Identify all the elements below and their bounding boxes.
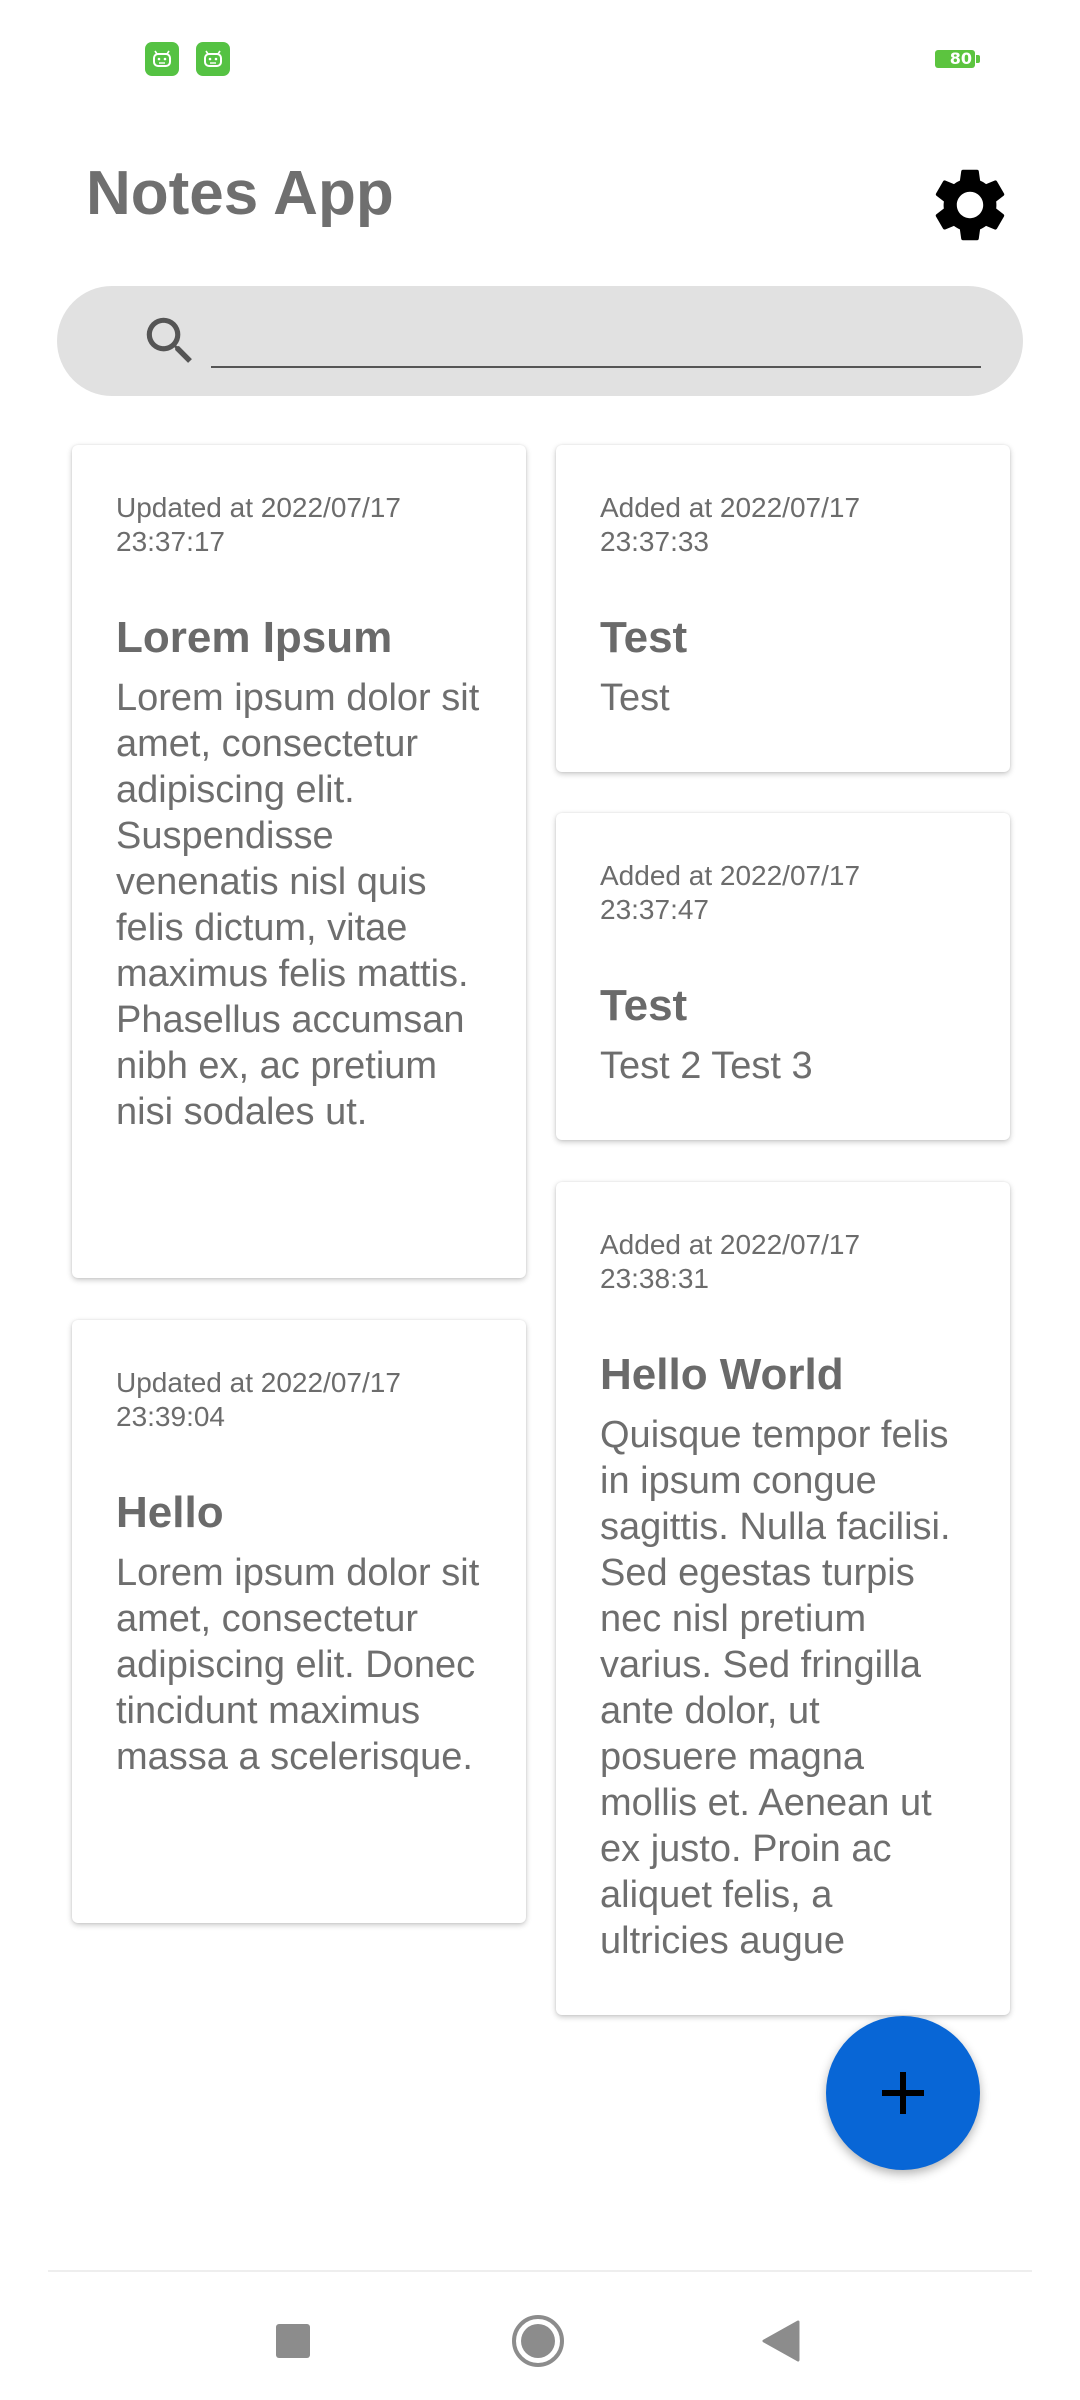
note-date: Updated at 2022/07/17 23:37:17	[116, 492, 401, 557]
status-bar: 80	[0, 0, 1080, 120]
note-card[interactable]: Updated at 2022/07/17 23:37:17 Lorem Ips…	[72, 445, 526, 1278]
battery-level: 80	[949, 49, 972, 68]
note-title: Lorem Ipsum	[116, 613, 393, 662]
recents-button[interactable]	[258, 2306, 328, 2376]
note-title: Test	[600, 981, 688, 1030]
note-title: Test	[600, 613, 688, 662]
note-body: Test	[600, 677, 670, 719]
android-face-icon	[145, 42, 179, 76]
add-note-button[interactable]	[826, 2016, 980, 2170]
search-input[interactable]	[211, 316, 981, 368]
page-title: Notes App	[86, 159, 394, 228]
note-title: Hello World	[600, 1350, 844, 1399]
battery-icon: 80	[935, 49, 980, 68]
note-body: Lorem ipsum dolor sit amet, consectetur …	[116, 1552, 480, 1778]
nav-divider	[48, 2270, 1032, 2272]
note-card[interactable]: Added at 2022/07/17 23:37:33 Test Test	[556, 445, 1010, 772]
home-circle-icon	[512, 2315, 564, 2367]
note-body: Lorem ipsum dolor sit amet, consectetur …	[116, 677, 480, 1133]
back-triangle-icon	[762, 2320, 800, 2362]
back-button[interactable]	[745, 2306, 815, 2376]
android-face-icon	[196, 42, 230, 76]
plus-icon	[882, 2072, 924, 2114]
note-title: Hello	[116, 1488, 224, 1537]
recents-square-icon	[276, 2324, 310, 2358]
note-date: Updated at 2022/07/17 23:39:04	[116, 1367, 401, 1432]
note-date: Added at 2022/07/17 23:37:33	[600, 492, 861, 557]
note-body: Test 2 Test 3	[600, 1045, 813, 1087]
home-button[interactable]	[503, 2306, 573, 2376]
note-date: Added at 2022/07/17 23:38:31	[600, 1229, 861, 1294]
note-card[interactable]: Updated at 2022/07/17 23:39:04 Hello Lor…	[72, 1320, 526, 1923]
gear-icon	[935, 169, 1005, 241]
search-icon[interactable]	[139, 310, 201, 372]
note-date: Added at 2022/07/17 23:37:47	[600, 860, 861, 925]
settings-button[interactable]	[920, 155, 1020, 255]
search-bar	[57, 286, 1023, 396]
note-card[interactable]: Added at 2022/07/17 23:37:47 Test Test 2…	[556, 813, 1010, 1140]
note-body: Quisque tempor felis in ipsum congue sag…	[600, 1414, 951, 1962]
note-card[interactable]: Added at 2022/07/17 23:38:31 Hello World…	[556, 1182, 1010, 2015]
